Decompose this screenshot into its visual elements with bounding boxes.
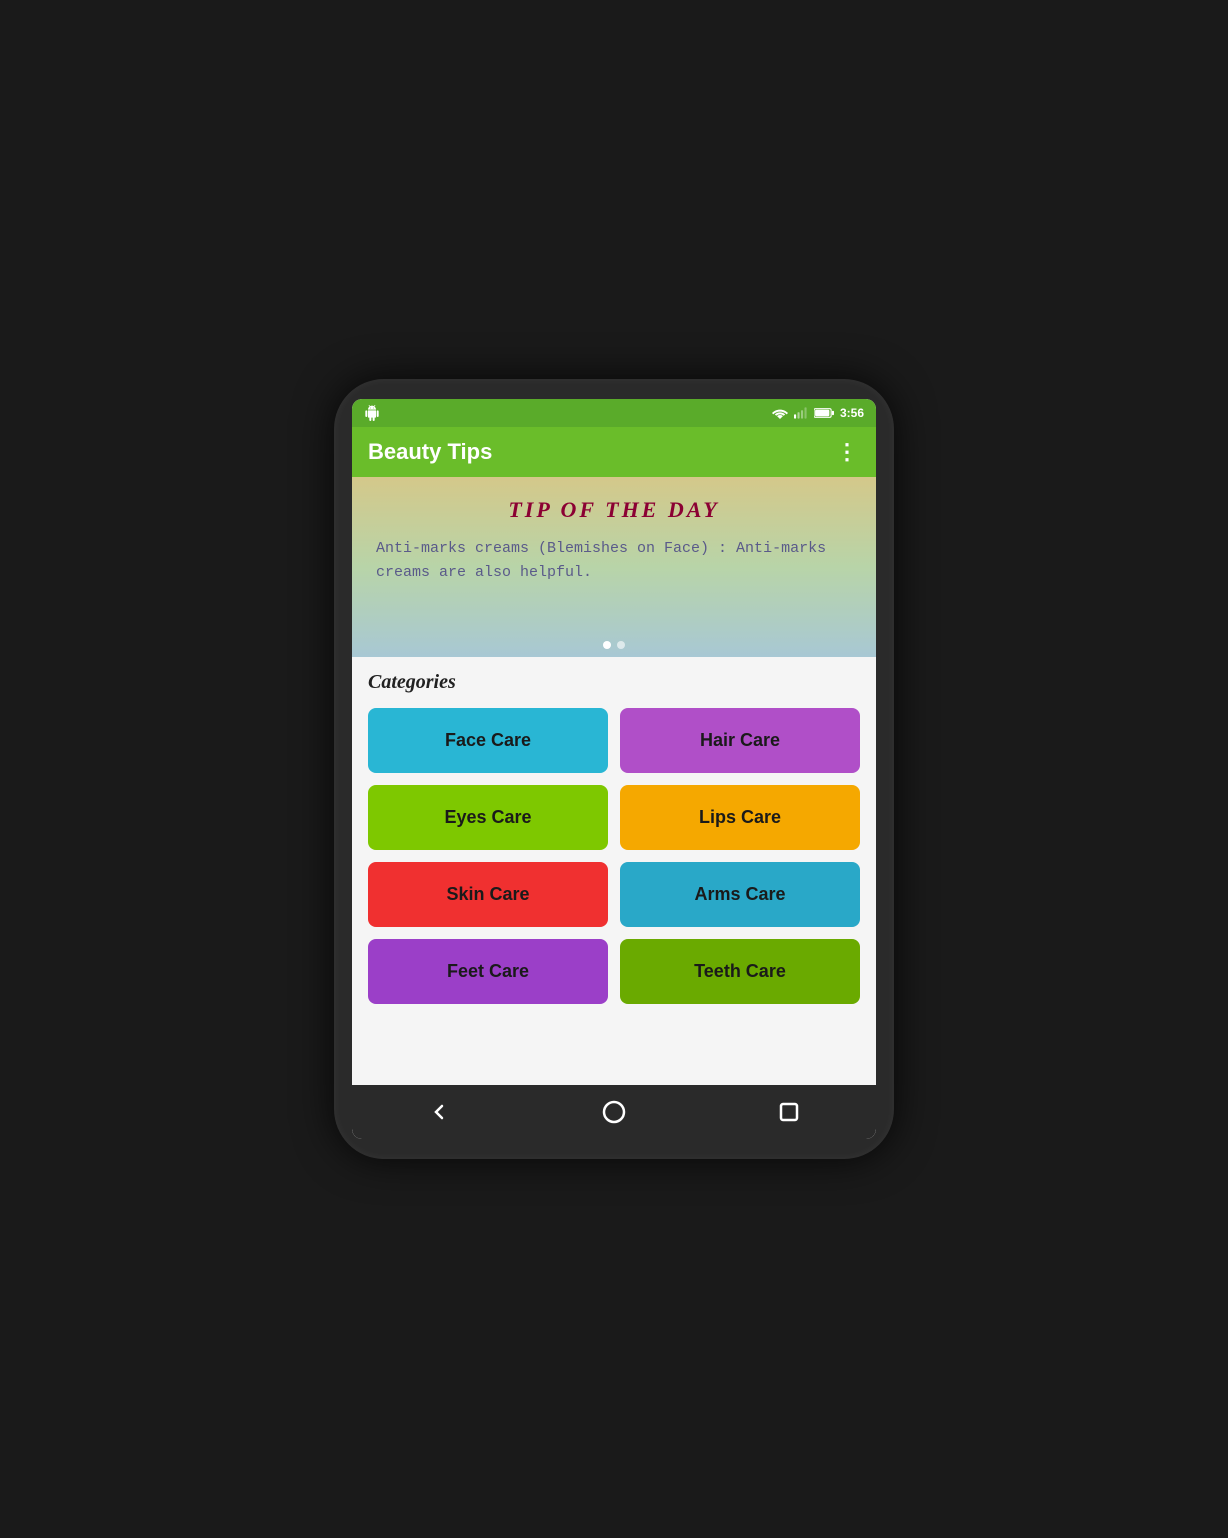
categories-section: Categories Face CareHair CareEyes CareLi… bbox=[352, 657, 876, 1085]
category-btn-lips-care[interactable]: Lips Care bbox=[620, 785, 860, 850]
more-options-icon[interactable]: ⋮ bbox=[836, 439, 860, 465]
categories-grid: Face CareHair CareEyes CareLips CareSkin… bbox=[368, 708, 860, 1004]
category-btn-eyes-care[interactable]: Eyes Care bbox=[368, 785, 608, 850]
banner: TIP OF THE DAY Anti-marks creams (Blemis… bbox=[352, 477, 876, 657]
app-bar: Beauty Tips ⋮ bbox=[352, 427, 876, 477]
categories-heading: Categories bbox=[368, 671, 860, 694]
home-icon bbox=[602, 1100, 626, 1124]
carousel-dots bbox=[603, 641, 625, 649]
back-icon bbox=[427, 1100, 451, 1124]
android-icon bbox=[364, 405, 380, 421]
battery-icon bbox=[814, 407, 834, 419]
time-display: 3:56 bbox=[840, 406, 864, 420]
dot-2 bbox=[617, 641, 625, 649]
category-btn-arms-care[interactable]: Arms Care bbox=[620, 862, 860, 927]
nav-bar bbox=[352, 1085, 876, 1139]
wifi-icon bbox=[772, 407, 788, 419]
category-btn-teeth-care[interactable]: Teeth Care bbox=[620, 939, 860, 1004]
status-right: 3:56 bbox=[772, 406, 864, 420]
status-bar: 3:56 bbox=[352, 399, 876, 427]
tip-title: TIP OF THE DAY bbox=[376, 497, 852, 523]
back-button[interactable] bbox=[427, 1100, 451, 1124]
recents-icon bbox=[777, 1100, 801, 1124]
device-frame: 3:56 Beauty Tips ⋮ TIP OF THE DAY Anti-m… bbox=[334, 379, 894, 1159]
tip-text: Anti-marks creams (Blemishes on Face) : … bbox=[376, 537, 852, 585]
dot-1 bbox=[603, 641, 611, 649]
category-btn-skin-care[interactable]: Skin Care bbox=[368, 862, 608, 927]
category-btn-hair-care[interactable]: Hair Care bbox=[620, 708, 860, 773]
recents-button[interactable] bbox=[777, 1100, 801, 1124]
category-btn-face-care[interactable]: Face Care bbox=[368, 708, 608, 773]
category-btn-feet-care[interactable]: Feet Care bbox=[368, 939, 608, 1004]
home-button[interactable] bbox=[602, 1100, 626, 1124]
status-left bbox=[364, 405, 380, 421]
signal-icon bbox=[794, 407, 808, 419]
app-title: Beauty Tips bbox=[368, 439, 492, 465]
screen: 3:56 Beauty Tips ⋮ TIP OF THE DAY Anti-m… bbox=[352, 399, 876, 1139]
